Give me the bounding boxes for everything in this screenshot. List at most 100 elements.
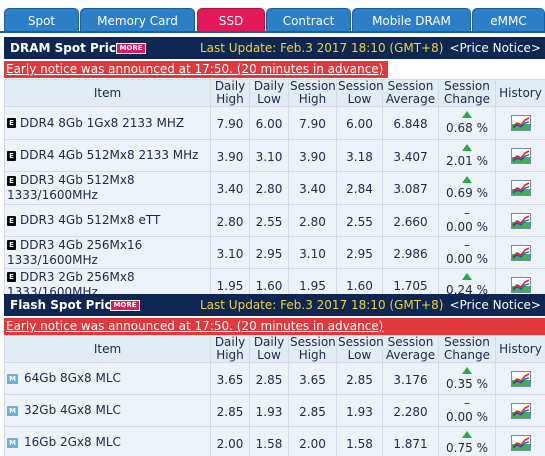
- daily-low-cell: 1.58: [249, 426, 289, 456]
- session-high-cell: 3.40: [288, 171, 337, 205]
- flash-early-notice[interactable]: Early notice was announced at 17:50. (20…: [4, 318, 545, 335]
- history-cell[interactable]: [495, 171, 545, 205]
- up-arrow-icon: [462, 111, 472, 118]
- session-high-cell: 2.00: [288, 426, 337, 456]
- tab-emmc[interactable]: eMMC: [472, 8, 545, 32]
- daily-low-cell: 2.55: [249, 204, 289, 237]
- up-arrow-icon: [462, 430, 472, 438]
- col-item: Item: [4, 335, 211, 363]
- item-cell[interactable]: M 32Gb 4Gx8 MLC: [4, 394, 211, 427]
- history-cell[interactable]: [495, 204, 545, 237]
- daily-high-cell: 2.00: [210, 426, 250, 456]
- chip-icon: E: [7, 175, 16, 186]
- dram-early-notice[interactable]: Early notice was announced at 17:50. (20…: [4, 61, 388, 78]
- flash-early-notice-text[interactable]: Early notice was announced at 17:50. (20…: [6, 319, 383, 333]
- item-cell[interactable]: E DDR4 8Gb 1Gx8 2133 MHZ: [4, 106, 211, 140]
- col-history: History: [495, 79, 545, 107]
- col-session-high: Session High: [288, 79, 337, 107]
- chip-icon: E: [7, 240, 16, 250]
- col-session-low: Session Low: [336, 79, 384, 107]
- history-cell[interactable]: [495, 106, 545, 140]
- item-name[interactable]: DDR3 4Gb 512Mx8 eTT: [20, 213, 160, 227]
- col-daily-high: Daily High: [210, 79, 250, 107]
- dram-price-notice-link[interactable]: <Price Notice>: [449, 37, 541, 59]
- table-row: E DDR3 4Gb 256Mx16 1333/1600MHz 3.10 2.95 3.…: [4, 236, 545, 269]
- history-cell[interactable]: [495, 236, 545, 269]
- dram-price-table: Item Daily High Daily Low Session High S…: [4, 79, 545, 301]
- item-name[interactable]: 32Gb 4Gx8 MLC: [24, 403, 121, 417]
- daily-high-cell: 2.80: [210, 204, 250, 237]
- line-chart-icon[interactable]: [510, 244, 531, 261]
- history-cell[interactable]: [495, 362, 545, 395]
- chip-icon: E: [7, 272, 16, 282]
- table-row: M 32Gb 4Gx8 MLC 2.85 1.93 2.85 1.93 2.280–0.00…: [4, 394, 545, 427]
- dram-more-button[interactable]: MORE: [116, 43, 146, 54]
- memory-icon: M: [7, 437, 18, 448]
- up-arrow-icon: [462, 176, 472, 183]
- line-chart-icon[interactable]: [510, 212, 531, 229]
- col-daily-high: Daily High: [210, 335, 250, 363]
- daily-low-cell: 2.85: [249, 362, 289, 395]
- item-cell[interactable]: E DDR4 4Gb 512Mx8 2133 MHz: [4, 139, 211, 172]
- session-high-cell: 3.65: [288, 362, 337, 395]
- daily-low-cell: 1.93: [249, 394, 289, 427]
- item-cell[interactable]: E DDR3 4Gb 512Mx8 eTT: [4, 204, 211, 237]
- session-low-cell: 1.58: [336, 426, 383, 456]
- dram-early-notice-text[interactable]: Early notice was announced at 17:50. (20…: [6, 62, 383, 76]
- line-chart-icon[interactable]: [510, 276, 531, 293]
- col-session-change: Session Change: [438, 79, 496, 107]
- line-chart-icon[interactable]: [510, 115, 531, 131]
- line-chart-icon[interactable]: [510, 180, 531, 196]
- session-average-cell: 3.087: [382, 171, 439, 205]
- tab-mobile-dram[interactable]: Mobile DRAM: [352, 8, 471, 32]
- col-session-change: Session Change: [438, 335, 496, 363]
- item-name[interactable]: DDR4 4Gb 512Mx8 2133 MHz: [20, 148, 198, 162]
- memory-icon: M: [7, 405, 18, 416]
- daily-low-cell: 2.80: [249, 171, 289, 205]
- change-value: 0.00 %: [446, 251, 488, 266]
- flash-more-button[interactable]: MORE: [110, 300, 140, 311]
- line-chart-icon[interactable]: [510, 370, 531, 387]
- flash-header-bar: Flash Spot Price MORE Last Update: Feb.3…: [4, 294, 545, 316]
- flash-header-row: Item Daily High Daily Low Session High S…: [4, 335, 545, 363]
- line-chart-icon[interactable]: [510, 434, 531, 451]
- table-row: E DDR3 4Gb 512Mx8 1333/1600MHz 3.40 2.80 3.4…: [4, 171, 545, 205]
- session-low-cell: 2.84: [336, 171, 383, 205]
- line-chart-icon[interactable]: [510, 402, 531, 419]
- item-cell[interactable]: M 64Gb 8Gx8 MLC: [4, 362, 211, 395]
- table-row: E DDR3 4Gb 512Mx8 eTT 2.80 2.55 2.80 2.55 2.66…: [4, 204, 545, 237]
- line-chart-icon[interactable]: [510, 147, 531, 164]
- item-name[interactable]: DDR3 4Gb 512Mx8 1333/1600MHz: [7, 173, 135, 202]
- daily-high-cell: 3.10: [210, 236, 250, 269]
- no-change-icon: –: [464, 395, 470, 410]
- item-name[interactable]: DDR3 4Gb 256Mx16 1333/1600MHz: [7, 238, 142, 267]
- col-session-low: Session Low: [336, 335, 384, 363]
- dram-title: DRAM Spot Price: [10, 41, 125, 55]
- tab-contract[interactable]: Contract: [266, 8, 351, 32]
- history-cell[interactable]: [495, 426, 545, 456]
- daily-high-cell: 2.85: [210, 394, 250, 427]
- item-cell[interactable]: M 16Gb 2Gx8 MLC: [4, 426, 211, 456]
- item-name[interactable]: DDR4 8Gb 1Gx8 2133 MHZ: [20, 116, 184, 130]
- tab-memory-card[interactable]: Memory Card: [80, 8, 195, 32]
- flash-price-table: Item Daily High Daily Low Session High S…: [4, 335, 545, 456]
- flash-price-notice-link[interactable]: <Price Notice>: [449, 294, 541, 316]
- item-cell[interactable]: E DDR3 4Gb 256Mx16 1333/1600MHz: [4, 236, 211, 269]
- item-cell[interactable]: E DDR3 4Gb 512Mx8 1333/1600MHz: [4, 171, 211, 205]
- col-daily-low: Daily Low: [249, 79, 289, 107]
- session-low-cell: 3.18: [336, 139, 383, 172]
- item-name[interactable]: 64Gb 8Gx8 MLC: [24, 371, 121, 385]
- tab-ssd[interactable]: SSD: [197, 8, 265, 32]
- tab-spot[interactable]: Spot: [4, 8, 79, 32]
- change-value: 0.00 %: [446, 409, 488, 424]
- history-cell[interactable]: [495, 139, 545, 172]
- col-session-average: Session Average: [382, 335, 439, 363]
- session-low-cell: 2.95: [336, 236, 383, 269]
- session-change-cell: 0.69 %: [438, 171, 496, 205]
- history-cell[interactable]: [495, 394, 545, 427]
- session-average-cell: 3.407: [382, 139, 439, 172]
- session-high-cell: 7.90: [288, 106, 337, 140]
- item-name[interactable]: 16Gb 2Gx8 MLC: [24, 435, 121, 449]
- session-change-cell: 0.35 %: [438, 362, 496, 395]
- change-value: 0.75 %: [446, 440, 488, 455]
